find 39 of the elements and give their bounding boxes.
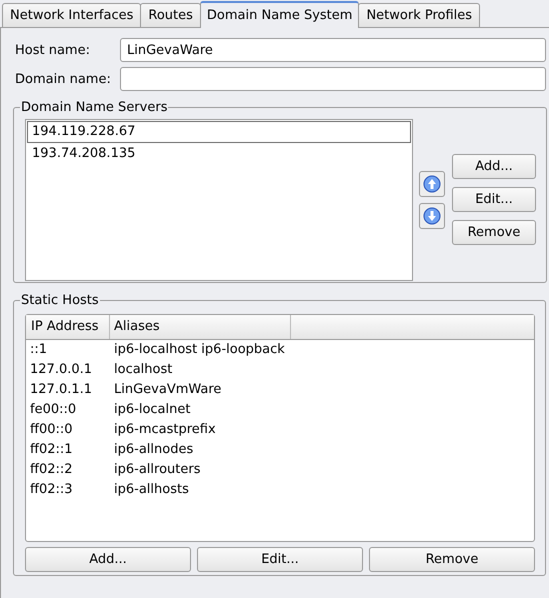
- dns-server-item[interactable]: 193.74.208.135: [27, 143, 411, 165]
- tab[interactable]: Network Profiles: [358, 3, 480, 27]
- group-title: Domain Name Servers: [20, 100, 168, 115]
- move-up-button[interactable]: [419, 171, 445, 197]
- table-cell-text: ip6-allrouters: [113, 461, 200, 479]
- table-cell-text: ip6-allhosts: [113, 481, 189, 499]
- host-name-label: Host name:: [14, 42, 91, 58]
- domain-name-field[interactable]: [120, 67, 546, 91]
- tab[interactable]: Network Interfaces: [2, 3, 142, 27]
- host-action-button[interactable]: Edit...: [197, 547, 363, 572]
- table-cell-text: fe00::0: [29, 401, 78, 419]
- domain-name-label: Domain name:: [14, 72, 112, 86]
- table-cell-text: 127.0.1.1: [29, 381, 94, 399]
- table-cell-text: ff02::3: [29, 481, 74, 499]
- dns-server-list[interactable]: 194.119.228.67 193.74.208.135: [25, 119, 413, 281]
- table-cell-text: ::1: [29, 341, 48, 359]
- tab[interactable]: Routes: [140, 3, 201, 27]
- group-title: Static Hosts: [20, 293, 100, 308]
- table-cell-text: ip6-localhost ip6-loopback: [113, 341, 285, 359]
- table-cell-text: 127.0.0.1: [29, 361, 94, 379]
- table-cell-text: LinGevaVmWare: [113, 381, 222, 399]
- move-down-button[interactable]: [419, 203, 445, 229]
- table-cell-text: ff02::2: [29, 461, 74, 479]
- dns-action-button[interactable]: Add...: [452, 154, 536, 179]
- table-cell-text: ff00::0: [29, 421, 74, 439]
- dns-action-button[interactable]: Edit...: [452, 187, 536, 212]
- dns-action-button[interactable]: Remove: [452, 220, 536, 245]
- host-action-button[interactable]: Add...: [25, 547, 191, 572]
- column-header[interactable]: Aliases: [110, 315, 291, 339]
- table-cell-text: ip6-localnet: [113, 401, 190, 419]
- table-cell-text: ip6-allnodes: [113, 441, 194, 459]
- dns-server-item[interactable]: 194.119.228.67: [27, 121, 411, 143]
- table-cell-text: localhost: [113, 361, 172, 379]
- tab[interactable]: Domain Name System: [200, 1, 360, 28]
- column-header[interactable]: IP Address: [26, 315, 110, 339]
- host-action-button[interactable]: Remove: [369, 547, 535, 572]
- table-cell-text: ff02::1: [29, 441, 74, 459]
- table-cell-text: ip6-mcastprefix: [113, 421, 216, 439]
- host-name-field[interactable]: LinGevaWare: [120, 38, 546, 62]
